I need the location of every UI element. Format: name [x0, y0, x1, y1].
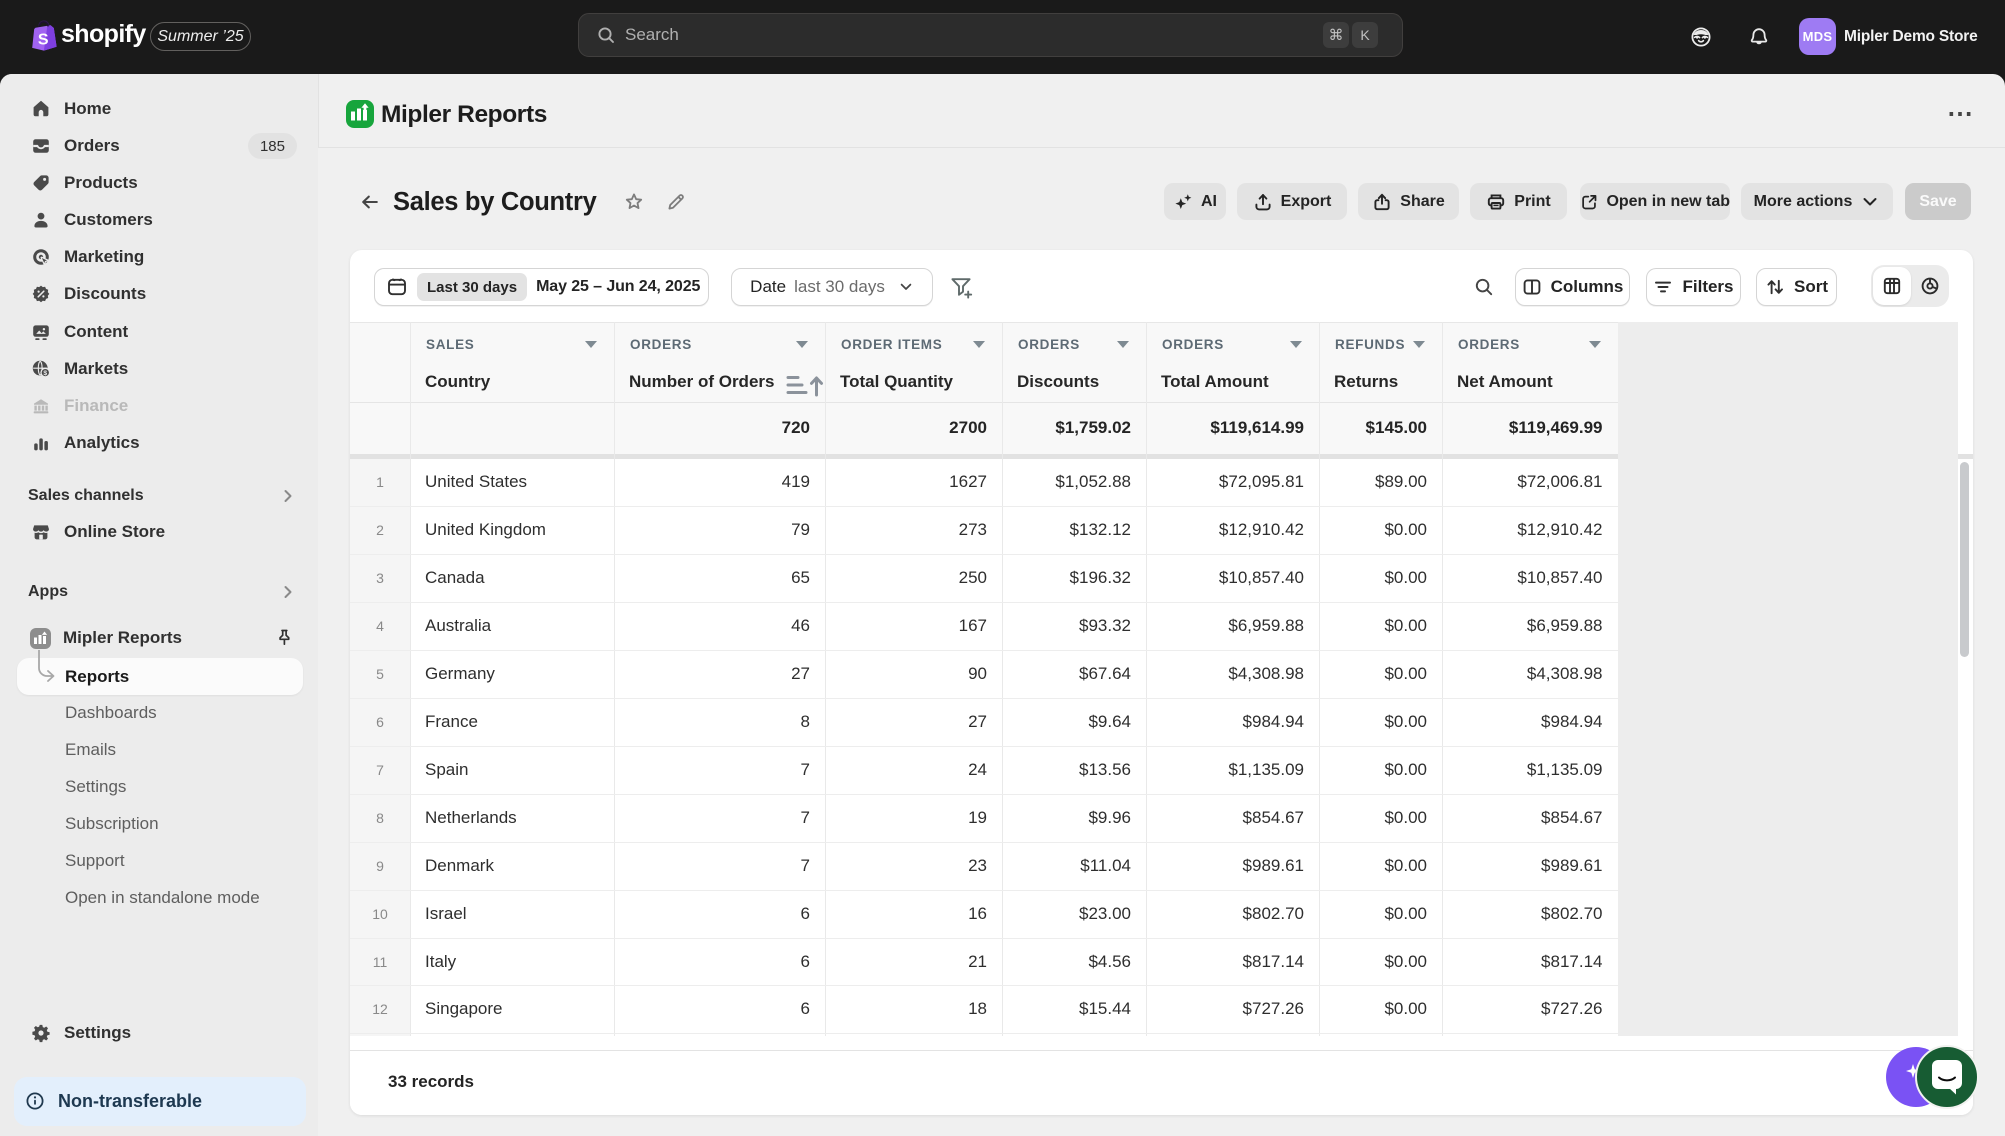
svg-text:$: $	[43, 370, 47, 377]
svg-text:S: S	[38, 32, 49, 49]
